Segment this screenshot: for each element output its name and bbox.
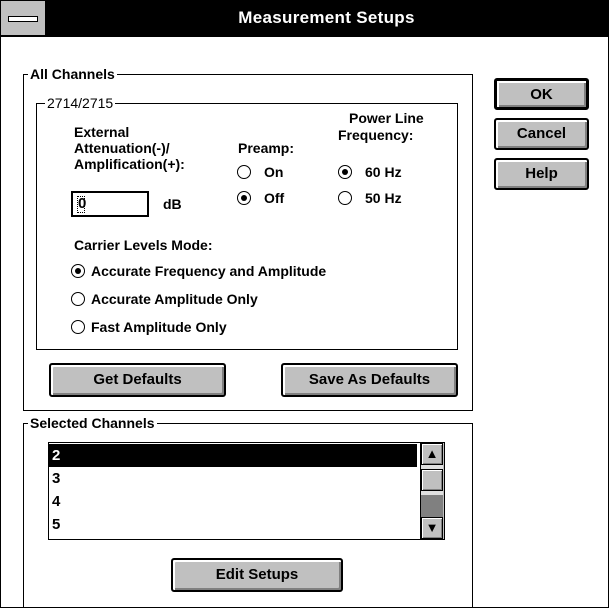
ok-button[interactable]: OK <box>494 78 589 110</box>
system-menu-icon <box>8 16 38 22</box>
preamp-off-label: Off <box>264 190 285 206</box>
edit-setups-label: Edit Setups <box>215 566 299 583</box>
save-as-defaults-label: Save As Defaults <box>308 371 431 388</box>
preamp-on-radio[interactable]: On <box>237 163 307 183</box>
all-channels-label: All Channels <box>28 65 117 83</box>
list-item[interactable]: 3 <box>49 467 417 490</box>
carrier-option-accurate-amp[interactable]: Accurate Amplitude Only <box>71 290 371 310</box>
edit-setups-button[interactable]: Edit Setups <box>171 558 343 592</box>
carrier-option-accurate-freq-amp[interactable]: Accurate Frequency and Amplitude <box>71 262 421 282</box>
selected-channels-label: Selected Channels <box>28 414 157 432</box>
carrier-option-label: Accurate Frequency and Amplitude <box>91 263 327 279</box>
preamp-label: Preamp: <box>238 140 295 156</box>
freq-60-radio[interactable]: 60 Hz <box>338 163 428 183</box>
title-bar: Measurement Setups <box>1 1 608 37</box>
list-item[interactable]: 2 <box>49 444 417 467</box>
ext-att-label-3: Amplification(+): <box>74 156 185 172</box>
power-line-label-1: Power Line <box>349 110 424 126</box>
ok-label: OK <box>530 86 553 103</box>
scroll-track-lower[interactable] <box>421 495 443 517</box>
cancel-button[interactable]: Cancel <box>494 118 589 150</box>
freq-50-label: 50 Hz <box>365 190 402 206</box>
freq-50-radio[interactable]: 50 Hz <box>338 189 428 209</box>
attenuation-value: 0 <box>78 195 87 212</box>
help-button[interactable]: Help <box>494 158 589 190</box>
preamp-on-label: On <box>264 164 284 180</box>
radio-unselected-icon <box>71 320 85 334</box>
get-defaults-button[interactable]: Get Defaults <box>49 363 226 397</box>
channel-list-scrollbar[interactable]: ▲ ▼ <box>420 443 444 539</box>
save-as-defaults-button[interactable]: Save As Defaults <box>281 363 458 397</box>
carrier-option-label: Fast Amplitude Only <box>91 319 227 335</box>
device-group-label: 2714/2715 <box>45 94 116 112</box>
radio-unselected-icon <box>71 292 85 306</box>
measurement-setups-dialog: Measurement Setups All Channels 2714/271… <box>0 0 609 608</box>
radio-selected-icon <box>71 264 85 278</box>
carrier-option-fast-amp[interactable]: Fast Amplitude Only <box>71 318 371 338</box>
scroll-thumb[interactable] <box>421 469 443 491</box>
scroll-down-icon[interactable]: ▼ <box>421 517 443 539</box>
preamp-off-radio[interactable]: Off <box>237 189 307 209</box>
system-menu-button[interactable] <box>1 1 47 35</box>
list-item[interactable]: 4 <box>49 490 417 513</box>
power-line-label-2: Frequency: <box>338 127 414 143</box>
carrier-levels-label: Carrier Levels Mode: <box>74 237 213 253</box>
radio-selected-icon <box>338 165 352 179</box>
radio-selected-icon <box>237 191 251 205</box>
carrier-option-label: Accurate Amplitude Only <box>91 291 258 307</box>
radio-unselected-icon <box>338 191 352 205</box>
attenuation-input[interactable]: 0 <box>71 191 149 217</box>
cancel-label: Cancel <box>516 125 567 142</box>
channel-list[interactable]: 2 3 4 5 ▲ ▼ <box>48 442 445 540</box>
radio-unselected-icon <box>237 165 251 179</box>
freq-60-label: 60 Hz <box>365 164 402 180</box>
attenuation-unit: dB <box>163 196 182 212</box>
help-label: Help <box>525 165 558 182</box>
get-defaults-label: Get Defaults <box>93 371 182 388</box>
list-item[interactable]: 5 <box>49 513 417 536</box>
window-title: Measurement Setups <box>238 8 415 27</box>
scroll-up-icon[interactable]: ▲ <box>421 443 443 465</box>
